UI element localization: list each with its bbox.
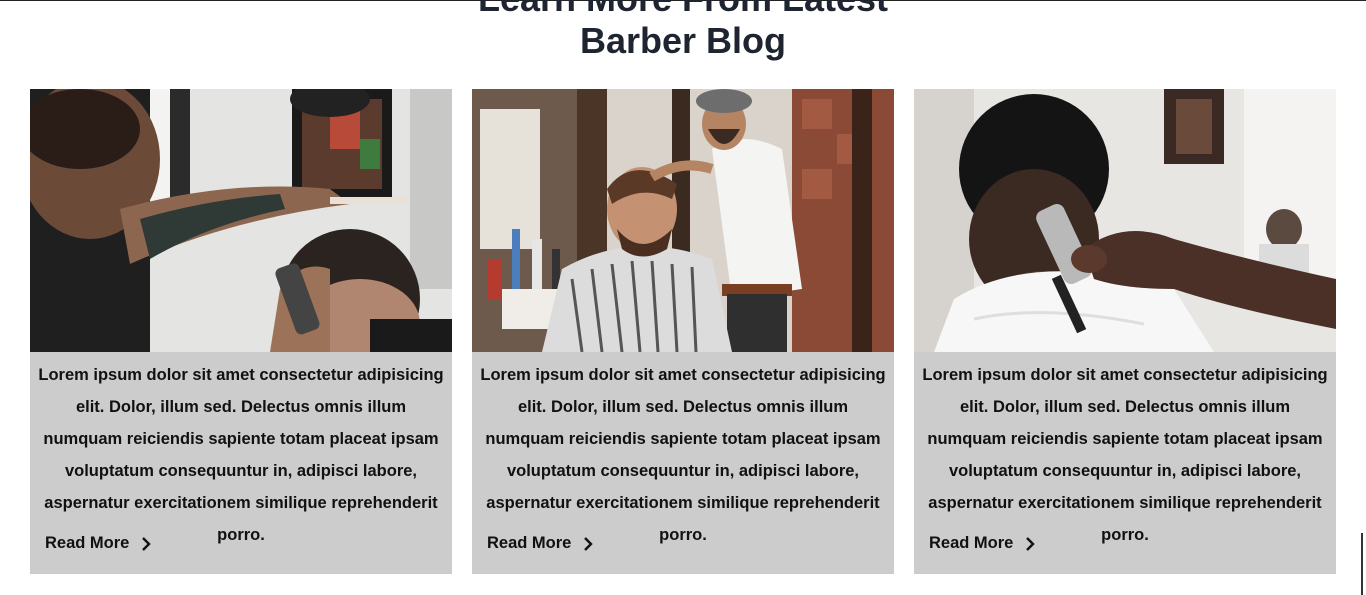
blog-card-excerpt: Lorem ipsum dolor sit amet consectetur a… (38, 366, 444, 544)
blog-card-image[interactable] (472, 89, 894, 352)
blog-card: Lorem ipsum dolor sit amet consectetur a… (472, 89, 894, 574)
read-more-label: Read More (929, 534, 1014, 552)
chevron-right-icon (584, 536, 594, 551)
blog-card: Lorem ipsum dolor sit amet consectetur a… (30, 89, 452, 574)
chevron-right-icon (1026, 536, 1036, 551)
blog-card-excerpt: Lorem ipsum dolor sit amet consectetur a… (480, 366, 886, 544)
blog-card-image[interactable] (914, 89, 1336, 352)
read-more-label: Read More (487, 534, 572, 552)
blog-card: Lorem ipsum dolor sit amet consectetur a… (914, 89, 1336, 574)
page: Learn More From Latest Barber Blog (0, 0, 1366, 595)
scrollbar[interactable] (1361, 533, 1363, 595)
read-more-label: Read More (45, 534, 130, 552)
section-title-line-2: Barber Blog (579, 20, 787, 61)
read-more-link[interactable]: Read More (487, 534, 594, 553)
blog-card-image[interactable] (30, 89, 452, 352)
read-more-link[interactable]: Read More (929, 534, 1036, 553)
section-title-line-1: Learn More From Latest (0, 0, 1366, 20)
section-title: Learn More From Latest Barber Blog (0, 0, 1366, 62)
read-more-link[interactable]: Read More (45, 534, 152, 553)
blog-card-excerpt: Lorem ipsum dolor sit amet consectetur a… (922, 366, 1328, 544)
chevron-right-icon (142, 536, 152, 551)
blog-card-list: Lorem ipsum dolor sit amet consectetur a… (30, 89, 1336, 574)
